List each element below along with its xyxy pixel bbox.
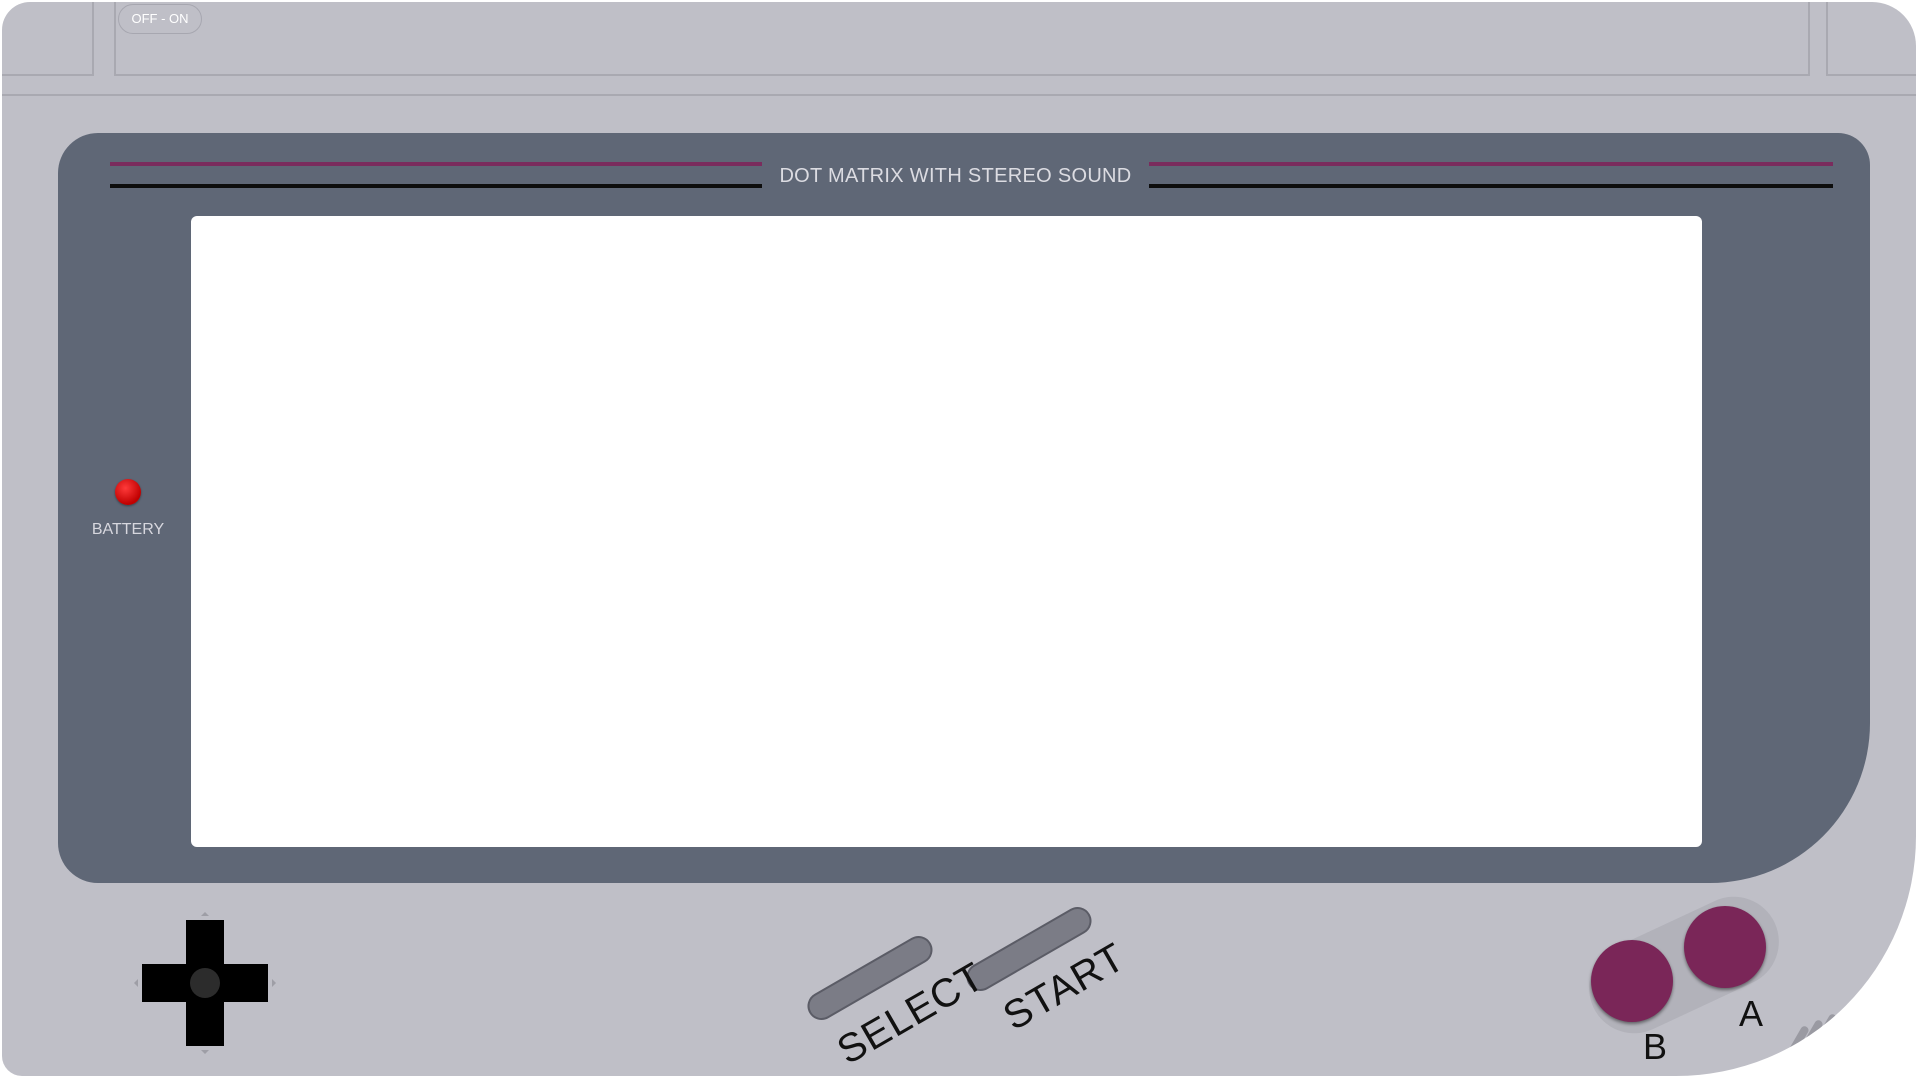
- a-button[interactable]: [1684, 906, 1766, 988]
- battery-led-icon: [115, 479, 141, 505]
- power-switch[interactable]: OFF - ON: [118, 4, 202, 34]
- bezel-stripe-black-left: [110, 184, 762, 188]
- top-ridge-middle: [114, 2, 1810, 76]
- screen-bezel: DOT MATRIX WITH STEREO SOUND BATTERY: [58, 133, 1870, 883]
- dpad-right-arrow-icon[interactable]: [272, 979, 280, 987]
- bezel-stripe-purple-right: [1149, 162, 1833, 166]
- dpad-icon[interactable]: [134, 912, 276, 1054]
- bezel-stripe-black-right: [1149, 184, 1833, 188]
- game-screen[interactable]: [191, 216, 1702, 847]
- b-button[interactable]: [1591, 940, 1673, 1022]
- a-label: A: [1739, 993, 1764, 1034]
- dpad-down-arrow-icon[interactable]: [201, 1050, 209, 1058]
- top-divider: [2, 94, 1916, 96]
- top-ridge-left: [2, 2, 94, 76]
- top-ridge-right: [1826, 2, 1916, 76]
- dpad-up-arrow-icon[interactable]: [201, 908, 209, 916]
- battery-label: BATTERY: [91, 521, 165, 538]
- screen-caption: DOT MATRIX WITH STEREO SOUND: [779, 165, 1132, 187]
- bezel-stripe-purple-left: [110, 162, 762, 166]
- dpad-center: [190, 968, 220, 998]
- dpad-left-arrow-icon[interactable]: [130, 979, 138, 987]
- b-label: B: [1643, 1026, 1668, 1067]
- game-console-body: OFF - ON DOT MATRIX WITH STEREO SOUND BA…: [2, 2, 1916, 1076]
